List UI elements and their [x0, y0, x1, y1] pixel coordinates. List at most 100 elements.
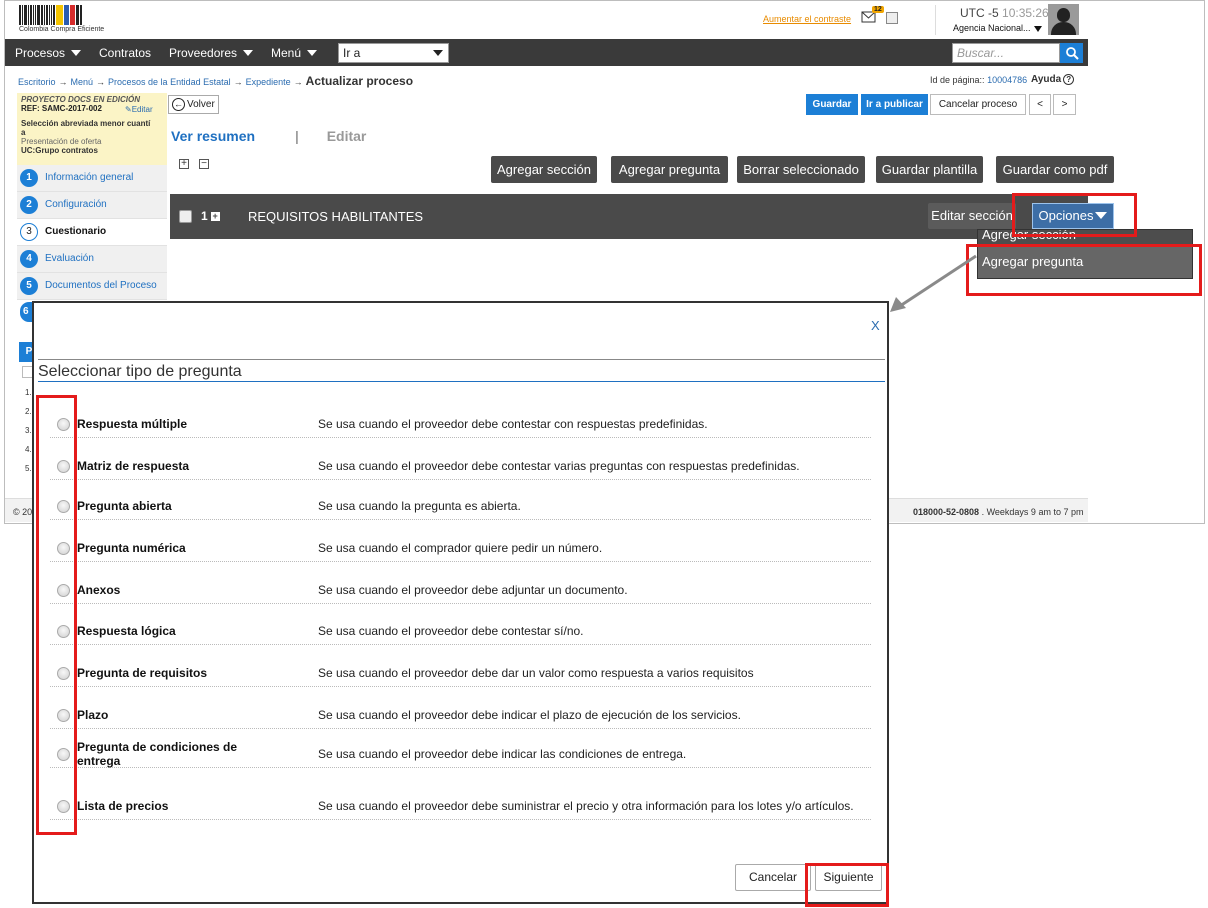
section-title: REQUISITOS HABILITANTES	[248, 209, 424, 224]
arrow-right-icon: →	[293, 77, 303, 87]
page-id: Id de página:: 10004786	[930, 75, 1027, 85]
close-icon[interactable]: X	[871, 318, 880, 333]
annotation-highlight-radios	[36, 395, 77, 835]
agency-selector[interactable]: Agencia Nacional...	[953, 23, 1042, 33]
add-question-button[interactable]: Agregar pregunta	[611, 156, 728, 183]
cancel-process-button[interactable]: Cancelar proceso	[930, 94, 1026, 115]
expand-all-icon[interactable]: +	[179, 159, 189, 169]
arrow-right-icon: →	[96, 77, 106, 87]
wizard-steps: 1 Información general 2 Configuración 3 Cue…	[17, 165, 167, 300]
dialog-title: Seleccionar tipo de pregunta	[38, 363, 242, 380]
step-informacion-general[interactable]: 1 Información general	[17, 165, 167, 192]
back-button-label: Volver	[187, 99, 215, 110]
search-input[interactable]: Buscar...	[952, 43, 1060, 63]
question-type-row[interactable]: Matriz de respuesta Se usa cuando el prov…	[50, 438, 871, 480]
side-list-num: 5.	[25, 464, 32, 473]
publish-button[interactable]: Ir a publicar	[861, 94, 928, 115]
next-button[interactable]: >	[1053, 94, 1076, 115]
step-number: 5	[20, 277, 38, 295]
save-template-button[interactable]: Guardar plantilla	[876, 156, 983, 183]
process-status: PROYECTO DOCS EN EDICIÓN	[21, 95, 140, 104]
process-type: Selección abreviada menor cuantí a	[21, 119, 163, 137]
page-id-value[interactable]: 10004786	[987, 75, 1027, 85]
expand-icon[interactable]: +	[210, 212, 220, 221]
question-type-name: Respuesta múltiple	[77, 417, 188, 431]
nav-procesos[interactable]: Procesos	[15, 46, 82, 60]
question-type-description: Se usa cuando el proveedor debe dar un v…	[318, 666, 754, 680]
cancel-button[interactable]: Cancelar	[735, 864, 811, 891]
edit-section-button[interactable]: Editar sección	[928, 203, 1016, 229]
tab-editar[interactable]: Editar	[327, 128, 367, 144]
tab-ver-resumen[interactable]: Ver resumen	[171, 128, 255, 144]
increase-contrast-link[interactable]: Aumentar el contraste	[763, 14, 851, 24]
question-type-row[interactable]: Pregunta de requisitos Se usa cuando el p…	[50, 645, 871, 687]
question-type-description: Se usa cuando el proveedor debe contesta…	[318, 624, 584, 638]
step-configuracion[interactable]: 2 Configuración	[17, 192, 167, 219]
nav-contratos[interactable]: Contratos	[99, 46, 151, 60]
back-button[interactable]: ← Volver	[168, 95, 219, 114]
mail-count-badge: 12	[872, 6, 884, 13]
nav-proveedores[interactable]: Proveedores	[169, 46, 254, 60]
question-type-row[interactable]: Pregunta de condiciones de entrega Se usa…	[50, 729, 871, 768]
breadcrumb-escritorio[interactable]: Escritorio	[18, 77, 56, 87]
go-to-select[interactable]: Ir a	[338, 43, 449, 63]
chevron-down-icon	[307, 50, 318, 56]
header-divider	[935, 5, 936, 35]
step-documentos[interactable]: 5 Documentos del Proceso	[17, 273, 167, 300]
save-button[interactable]: Guardar	[806, 94, 858, 115]
prev-button[interactable]: <	[1029, 94, 1051, 115]
edit-process-link[interactable]: ✎Editar	[125, 105, 153, 114]
breadcrumb-procesos[interactable]: Procesos de la Entidad Estatal	[108, 77, 231, 87]
colombia-compra-logo[interactable]: Colombia Compra Eficiente	[19, 5, 119, 35]
step-label: Configuración	[45, 199, 107, 210]
time-label: 10:35:26	[1002, 6, 1049, 20]
step-evaluacion[interactable]: 4 Evaluación	[17, 246, 167, 273]
arrow-left-icon: ←	[172, 98, 185, 111]
search-button[interactable]	[1060, 43, 1083, 63]
question-type-description: Se usa cuando el proveedor debe suminist…	[318, 799, 854, 813]
step-number: 4	[20, 250, 38, 268]
step-label: Evaluación	[45, 253, 94, 264]
side-list-num: 3.	[25, 426, 32, 435]
question-type-row[interactable]: Anexos Se usa cuando el proveedor debe ad…	[50, 562, 871, 604]
process-type-line1: Selección abreviada menor cuantí	[21, 119, 151, 128]
question-type-row[interactable]: Pregunta abierta Se usa cuando la pregunt…	[50, 480, 871, 520]
user-avatar[interactable]	[1048, 4, 1079, 35]
step-cuestionario[interactable]: 3 Cuestionario	[17, 219, 167, 246]
dialog-title-underline	[38, 381, 885, 382]
clock: UTC -5 10:35:26	[960, 6, 1049, 20]
question-type-description: Se usa cuando la pregunta es abierta.	[318, 499, 521, 513]
process-type-line2: a	[21, 128, 26, 137]
step-label: Documentos del Proceso	[45, 280, 157, 291]
breadcrumb-expediente[interactable]: Expediente	[246, 77, 291, 87]
annotation-arrow-icon	[890, 254, 977, 312]
expand-collapse: + −	[179, 155, 219, 169]
document-icon[interactable]	[886, 12, 898, 24]
question-type-row[interactable]: Respuesta lógica Se usa cuando el proveed…	[50, 604, 871, 645]
question-type-description: Se usa cuando el proveedor debe contesta…	[318, 459, 800, 473]
question-type-description: Se usa cuando el proveedor debe indicar …	[318, 708, 741, 722]
breadcrumb-menu[interactable]: Menú	[71, 77, 94, 87]
process-unit: UC:Grupo contratos	[21, 146, 98, 155]
question-type-name: Pregunta abierta	[77, 499, 172, 513]
add-section-button[interactable]: Agregar sección	[491, 156, 597, 183]
help-link[interactable]: Ayuda?	[1031, 74, 1075, 85]
app-root: Colombia Compra Eficiente Aumentar el co…	[0, 0, 1208, 908]
save-pdf-button[interactable]: Guardar como pdf	[996, 156, 1114, 183]
question-type-row[interactable]: Respuesta múltiple Se usa cuando el prove…	[50, 416, 871, 438]
breadcrumb: Escritorio → Menú → Procesos de la Entidad E…	[18, 74, 413, 88]
side-list-num: 1.	[25, 388, 32, 397]
delete-selected-button[interactable]: Borrar seleccionado	[737, 156, 865, 183]
question-type-row[interactable]: Pregunta numérica Se usa cuando el compra…	[50, 520, 871, 562]
chevron-down-icon	[1033, 25, 1042, 32]
annotation-highlight-next	[805, 863, 889, 907]
section-number-label: 1	[201, 209, 208, 223]
step-number: 2	[20, 196, 38, 214]
collapse-all-icon[interactable]: −	[199, 159, 209, 169]
question-type-row[interactable]: Plazo Se usa cuando el proveedor debe ind…	[50, 687, 871, 729]
question-type-row[interactable]: Lista de precios Se usa cuando el proveed…	[50, 768, 871, 820]
nav-menu[interactable]: Menú	[271, 46, 318, 60]
section-checkbox[interactable]	[179, 210, 192, 223]
question-type-dialog: X Seleccionar tipo de pregunta Respuesta…	[32, 301, 889, 904]
chevron-down-icon	[71, 50, 82, 56]
